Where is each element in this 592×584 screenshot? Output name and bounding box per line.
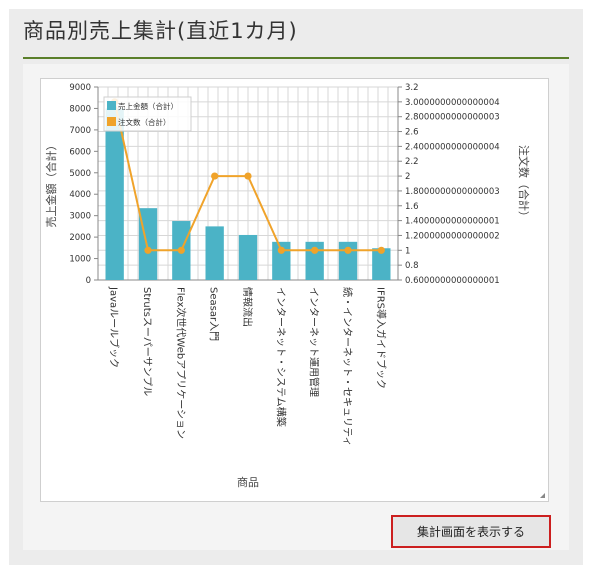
line-point: [277, 246, 285, 254]
y2-tick-label: 2.4000000000000004: [405, 142, 500, 152]
x-tick-label: Javaルールブック: [108, 286, 121, 368]
y-tick-label: 0: [86, 276, 91, 286]
y2-tick-label: 0.8: [405, 261, 419, 271]
legend-swatch-line: [107, 117, 116, 126]
legend-swatch-bar: [107, 101, 116, 110]
line-point: [311, 246, 319, 254]
x-axis-title: 商品: [237, 475, 259, 489]
x-tick-label: IFRS導入ガイドブック: [374, 287, 387, 389]
y2-tick-label: 1.2000000000000002: [405, 231, 500, 241]
x-tick-label: Strutsスーパーサンプル: [141, 287, 153, 396]
y2-tick-label: 2: [405, 172, 410, 182]
sales-chart: 0 1000 2000 3000 4000 5000 6000 7000 8000 9000 0.6…: [44, 83, 531, 489]
report-panel: 商品別売上集計(直近1カ月) 0 1000 2000 3000 4000 5000 6000…: [9, 9, 583, 565]
x-tick-label: Seasar入門: [208, 287, 220, 341]
x-tick-label: Flex次世代Webアプリケーション: [174, 287, 187, 439]
bar: [238, 234, 258, 280]
y2-tick-label: 1.4000000000000001: [405, 217, 500, 227]
resize-handle-icon[interactable]: [540, 493, 545, 498]
y-tick-label: 7000: [69, 126, 91, 136]
y2-axis-title: 注文数（合計）: [517, 145, 531, 222]
y2-tick-label: 2.2: [405, 157, 419, 167]
y2-tick-label: 1.8000000000000003: [405, 187, 500, 197]
line-point: [377, 246, 385, 254]
y2-tick-label: 1.6: [405, 202, 419, 212]
show-summary-button[interactable]: 集計画面を表示する: [391, 515, 551, 548]
y-tick-label: 1000: [69, 255, 91, 265]
y-tick-label: 8000: [69, 104, 91, 114]
line-point: [144, 246, 152, 254]
y-tick-label: 4000: [69, 190, 91, 200]
line-point: [244, 172, 252, 180]
line-point: [344, 246, 352, 254]
line-point: [177, 246, 185, 254]
y-tick-label: 6000: [69, 147, 91, 157]
y2-tick-label: 3.2: [405, 83, 419, 93]
x-tick-label: インターネット・システム構築: [274, 287, 287, 427]
line-point: [211, 172, 219, 180]
x-tick-label: 情報流出: [241, 287, 254, 327]
y2-tick-label: 0.6000000000000001: [405, 276, 500, 286]
y-axis-title: 売上金額（合計）: [44, 140, 58, 228]
chart-box: 0 1000 2000 3000 4000 5000 6000 7000 8000 9000 0.6…: [40, 78, 549, 502]
x-tick-label: インターネット運用管理: [308, 287, 321, 397]
page-title: 商品別売上集計(直近1カ月): [23, 19, 298, 43]
y2-tick-label: 2.8000000000000003: [405, 113, 500, 123]
y2-tick-label: 1: [405, 246, 410, 256]
bar: [205, 226, 224, 280]
y2-tick-label: 3.0000000000000004: [405, 98, 500, 108]
legend-label-bar: 売上金額（合計）: [118, 101, 178, 111]
x-tick-label: 続・インターネット・セキュリティ: [341, 287, 354, 446]
y-tick-label: 5000: [69, 169, 91, 179]
chart-container: 0 1000 2000 3000 4000 5000 6000 7000 8000 9000 0.6…: [23, 64, 569, 550]
y-tick-label: 3000: [69, 212, 91, 222]
y-tick-label: 9000: [69, 83, 91, 93]
legend-label-line: 注文数（合計）: [118, 117, 171, 127]
title-divider: [23, 57, 569, 59]
y2-tick-label: 2.6: [405, 128, 419, 138]
y-tick-label: 2000: [69, 233, 91, 243]
